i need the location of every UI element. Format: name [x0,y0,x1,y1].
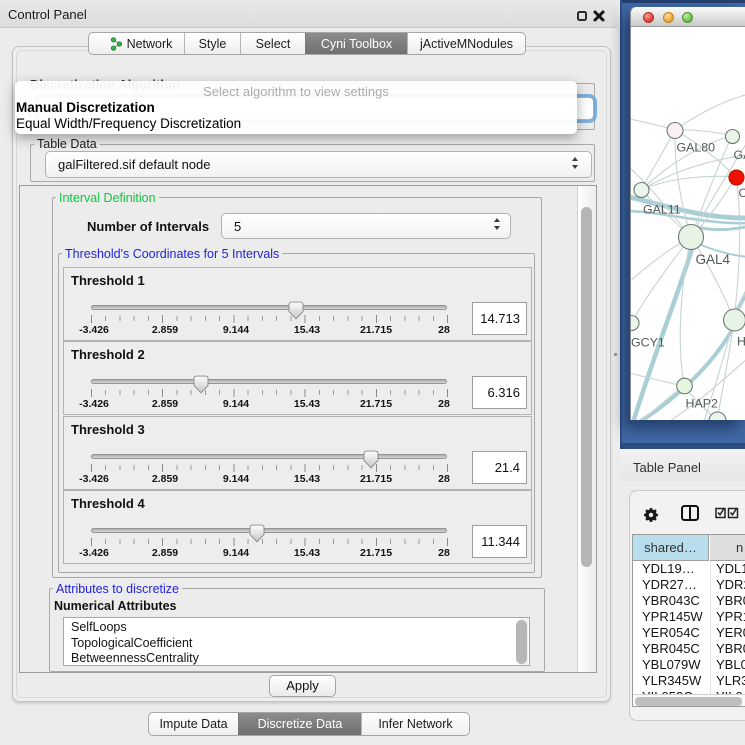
svg-text:HAP2: HAP2 [686,397,718,411]
svg-text:GCY1: GCY1 [631,336,665,350]
svg-text:GAL4: GAL4 [696,252,731,267]
svg-text:GA: GA [734,148,745,162]
svg-text:C: C [739,186,745,200]
svg-text:GAL80: GAL80 [677,141,716,155]
svg-text:GAL11: GAL11 [643,203,681,217]
svg-text:H: H [737,335,745,349]
